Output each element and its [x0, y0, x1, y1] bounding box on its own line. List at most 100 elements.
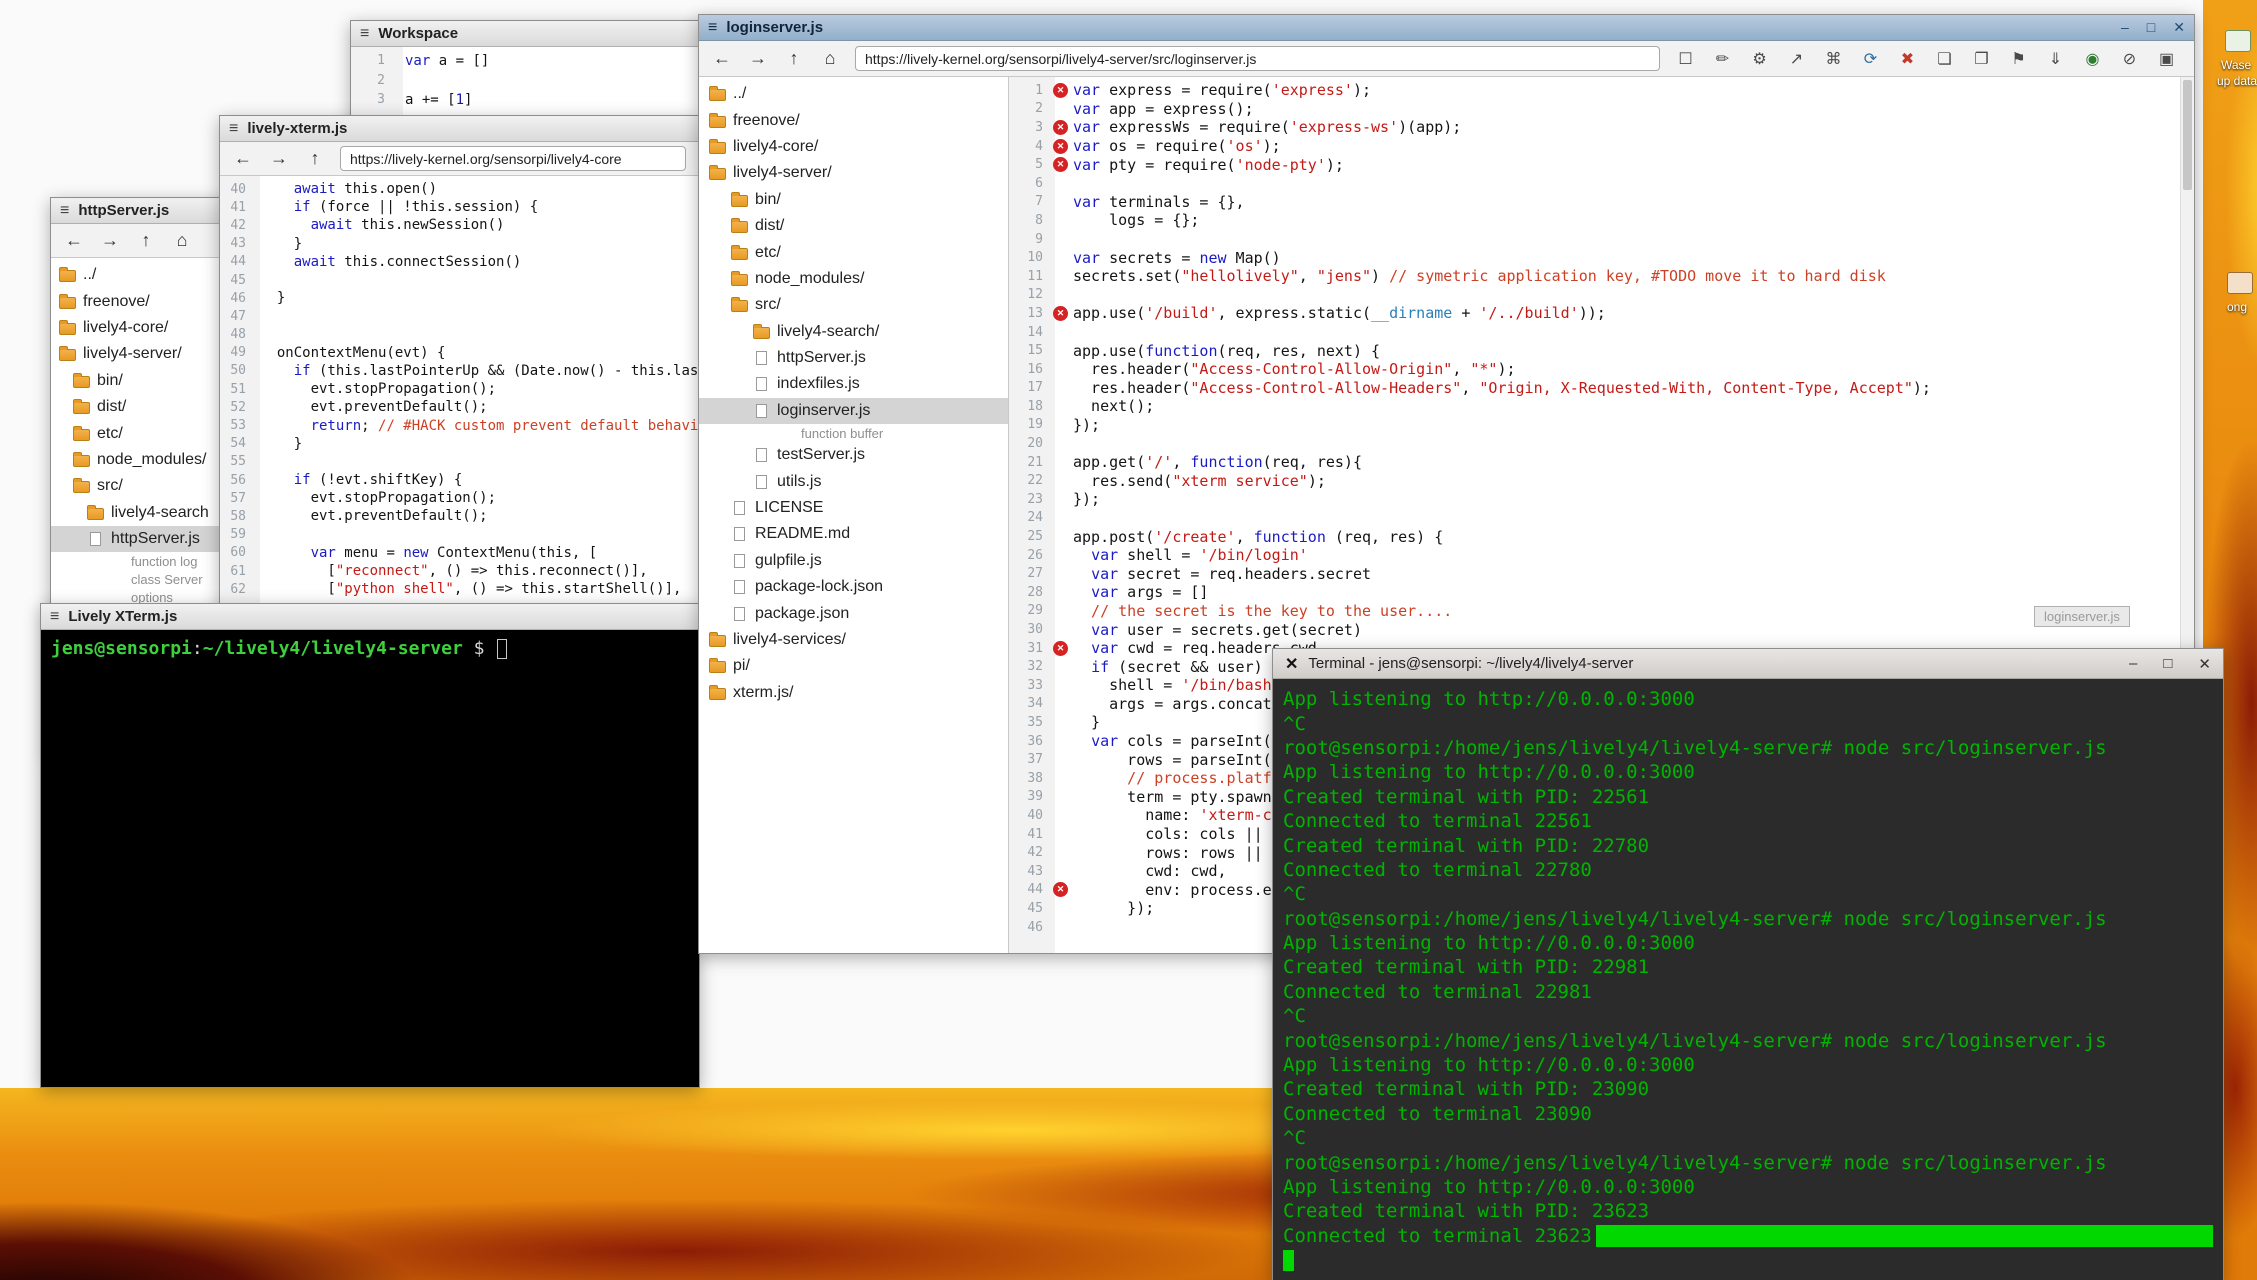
code-line[interactable]: 47 — [220, 307, 698, 325]
code-line[interactable]: 22 ✕ res.send("xterm service"); — [1009, 471, 2194, 490]
url-input[interactable]: https://lively-kernel.org/sensorpi/livel… — [855, 46, 1660, 71]
code-line[interactable]: 50 if (this.lastPointerUp && (Date.now()… — [220, 362, 698, 380]
code-line[interactable]: 3 a += [1] — [351, 90, 709, 110]
code-line[interactable]: 29 ✕ // the secret is the key to the use… — [1009, 602, 2194, 621]
tree-item[interactable]: lively4-core/ — [699, 134, 1008, 160]
code-line[interactable]: 1 var a = [] — [351, 51, 709, 71]
tree-item[interactable]: utils.js — [699, 468, 1008, 494]
menu-icon[interactable]: ≡ — [360, 26, 369, 42]
code-line[interactable]: 56 if (!evt.shiftKey) { — [220, 471, 698, 489]
select-mode-icon[interactable]: ☐ — [1674, 49, 1697, 69]
tree-item[interactable]: pi/ — [699, 653, 1008, 679]
code-line[interactable]: 40 await this.open() — [220, 180, 698, 198]
tree-item[interactable]: loginserver.js — [699, 398, 1008, 424]
code-line[interactable]: 30 ✕ var user = secrets.get(secret) — [1009, 620, 2194, 639]
menu-icon[interactable]: ≡ — [229, 121, 238, 137]
tree-item[interactable]: LICENSE — [699, 495, 1008, 521]
save-icon[interactable]: ⇓ — [2044, 49, 2067, 69]
code-line[interactable]: 20 ✕ — [1009, 434, 2194, 453]
code-line[interactable]: 46 } — [220, 289, 698, 307]
folder-icon[interactable]: ❐ — [1970, 49, 1993, 69]
code-line[interactable]: 23 ✕ }); — [1009, 490, 2194, 509]
tree-item[interactable]: lively4-search/ — [699, 319, 1008, 345]
maximize-icon[interactable]: □ — [2147, 19, 2155, 36]
code-line[interactable]: 26 ✕ var shell = '/bin/login' — [1009, 546, 2194, 565]
code-line[interactable]: 14 ✕ — [1009, 323, 2194, 342]
code-line[interactable]: 48 — [220, 326, 698, 344]
code-line[interactable]: 1 ✕ var express = require('express'); — [1009, 81, 2194, 100]
code-line[interactable]: 6 ✕ — [1009, 174, 2194, 193]
code-line[interactable]: 52 evt.preventDefault(); — [220, 398, 698, 416]
code-line[interactable]: 62 ["python shell", () => this.startShel… — [220, 580, 698, 598]
tree-item[interactable]: ../ — [699, 81, 1008, 107]
tree-item[interactable]: gulpfile.js — [699, 548, 1008, 574]
code-line[interactable]: 9 ✕ — [1009, 230, 2194, 249]
code-line[interactable]: 53 return; // #HACK custom prevent defau… — [220, 416, 698, 434]
code-line[interactable]: 28 ✕ var args = [] — [1009, 583, 2194, 602]
code-line[interactable]: 8 ✕ logs = {}; — [1009, 211, 2194, 230]
code-line[interactable]: 57 evt.stopPropagation(); — [220, 489, 698, 507]
tree-item[interactable]: bin/ — [699, 187, 1008, 213]
back-button[interactable]: ← — [711, 48, 733, 69]
code-line[interactable]: 24 ✕ — [1009, 509, 2194, 528]
tree-item[interactable]: package-lock.json — [699, 574, 1008, 600]
code-line[interactable]: 4 ✕ var os = require('os'); — [1009, 137, 2194, 156]
code-line[interactable]: 18 ✕ next(); — [1009, 397, 2194, 416]
tree-item[interactable]: package.json — [699, 600, 1008, 626]
back-button[interactable]: ← — [63, 230, 85, 251]
code-line[interactable]: 54 } — [220, 435, 698, 453]
code-line[interactable]: 12 ✕ — [1009, 286, 2194, 305]
tree-item[interactable]: testServer.js — [699, 442, 1008, 468]
tree-item[interactable]: lively4-server/ — [699, 160, 1008, 186]
terminal-titlebar[interactable]: ✕ Terminal - jens@sensorpi: ~/lively4/li… — [1273, 649, 2223, 679]
tree-item[interactable]: function buffer — [699, 424, 1008, 442]
up-button[interactable]: ↑ — [304, 148, 326, 169]
tree-item[interactable]: src/ — [699, 292, 1008, 318]
home-button[interactable]: ⌂ — [171, 230, 193, 251]
code-line[interactable]: 45 — [220, 271, 698, 289]
desktop-icon-wastebasket[interactable] — [2225, 30, 2251, 52]
code-line[interactable]: 43 } — [220, 235, 698, 253]
tree-item[interactable]: node_modules/ — [699, 266, 1008, 292]
code-line[interactable]: 41 if (force || !this.session) { — [220, 198, 698, 216]
menu-icon[interactable]: ≡ — [708, 20, 717, 36]
lively-xterm-titlebar[interactable]: ≡ lively-xterm.js — [220, 116, 698, 142]
eye-icon[interactable]: ◉ — [2081, 49, 2104, 69]
workspace-titlebar[interactable]: ≡ Workspace — [351, 21, 709, 47]
tree-item[interactable]: xterm.js/ — [699, 680, 1008, 706]
code-line[interactable]: 2 — [351, 71, 709, 91]
brush-icon[interactable]: ✏ — [1711, 49, 1734, 69]
trash-icon[interactable]: ✖ — [1896, 49, 1919, 69]
refresh-icon[interactable]: ⟳ — [1859, 49, 1882, 69]
tree-item[interactable]: dist/ — [699, 213, 1008, 239]
home-button[interactable]: ⌂ — [819, 48, 841, 69]
code-line[interactable]: 44 await this.connectSession() — [220, 253, 698, 271]
forward-button[interactable]: → — [99, 230, 121, 251]
code-line[interactable]: 51 evt.stopPropagation(); — [220, 380, 698, 398]
loginserver-titlebar[interactable]: ≡ loginserver.js – □ ✕ — [699, 15, 2194, 41]
menu-icon[interactable]: ≡ — [50, 609, 59, 625]
forward-button[interactable]: → — [268, 148, 290, 169]
code-line[interactable]: 27 ✕ var secret = req.headers.secret — [1009, 564, 2194, 583]
gears-icon[interactable]: ⚙ — [1748, 49, 1771, 69]
code-line[interactable]: 3 ✕ var expressWs = require('express-ws'… — [1009, 118, 2194, 137]
code-line[interactable]: 25 ✕ app.post('/create', function (req, … — [1009, 527, 2194, 546]
lively-xterm-terminal-titlebar[interactable]: ≡ Lively XTerm.js — [41, 604, 699, 630]
minimize-icon[interactable]: – — [2129, 655, 2137, 673]
code-line[interactable]: 15 ✕ app.use(function(req, res, next) { — [1009, 341, 2194, 360]
code-line[interactable]: 10 ✕ var secrets = new Map() — [1009, 248, 2194, 267]
code-line[interactable]: 55 — [220, 453, 698, 471]
tree-item[interactable]: freenove/ — [699, 107, 1008, 133]
code-editor[interactable]: 40 await this.open() 41 if (force || !th… — [220, 176, 698, 674]
graph-icon[interactable]: ⌘ — [1822, 49, 1845, 69]
code-line[interactable]: 21 ✕ app.get('/', function(req, res){ — [1009, 453, 2194, 472]
terminal-screen[interactable]: App listening to http://0.0.0.0:3000 ^C … — [1273, 679, 2223, 1280]
code-line[interactable]: 19 ✕ }); — [1009, 416, 2194, 435]
forward-button[interactable]: → — [747, 48, 769, 69]
code-line[interactable]: 13 ✕ app.use('/build', express.static(__… — [1009, 304, 2194, 323]
code-line[interactable]: 42 await this.newSession() — [220, 216, 698, 234]
code-line[interactable]: 59 — [220, 526, 698, 544]
open-external-icon[interactable]: ↗ — [1785, 49, 1808, 69]
tree-item[interactable]: indexfiles.js — [699, 371, 1008, 397]
code-line[interactable]: 2 ✕ var app = express(); — [1009, 100, 2194, 119]
